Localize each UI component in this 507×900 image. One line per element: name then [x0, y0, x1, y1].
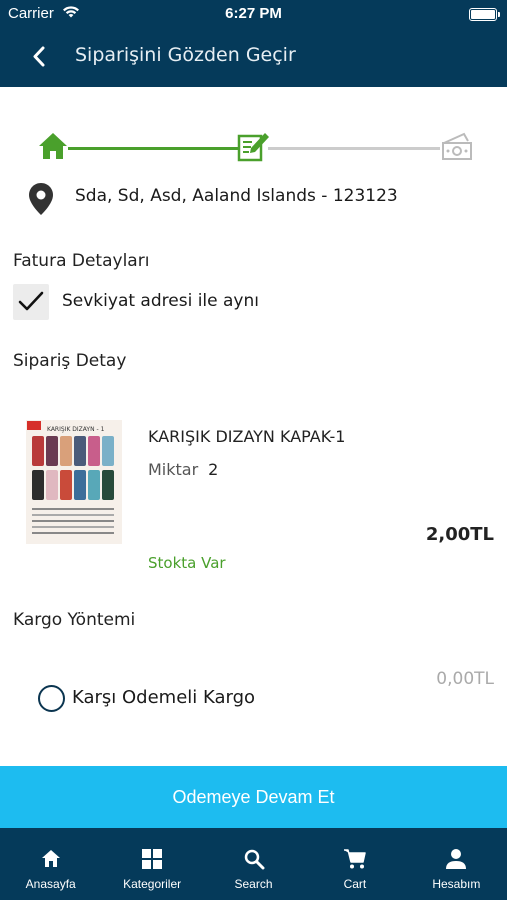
tab-label: Cart — [343, 877, 367, 891]
grid-icon — [142, 849, 163, 869]
shipping-option-radio[interactable] — [38, 685, 65, 712]
shipping-address: Sda, Sd, Asd, Aaland Islands - 123123 — [28, 180, 498, 216]
status-time: 6:27 PM — [225, 5, 282, 22]
order-detail-title: Sipariş Detay — [13, 351, 127, 371]
home-icon — [41, 850, 60, 867]
product-name: KARIŞIK DIZAYN KAPAK-1 — [148, 427, 346, 446]
shipping-option-label[interactable]: Karşı Odemeli Kargo — [72, 687, 255, 708]
cart-icon — [343, 849, 366, 869]
tab-home[interactable]: Anasayfa — [0, 828, 101, 900]
back-button[interactable] — [26, 42, 56, 72]
tab-categories[interactable]: Kategoriler — [101, 828, 202, 900]
page-title: Siparişini Gözden Geçir — [75, 44, 296, 66]
payment-step-icon — [440, 131, 474, 167]
continue-to-payment-button[interactable]: Odemeye Devam Et — [0, 766, 507, 828]
nav-bar: Siparişini Gözden Geçir — [0, 30, 507, 87]
chevron-left-icon — [33, 46, 45, 67]
product-quantity: Miktar 2 — [148, 460, 218, 479]
product-image-caption: KARIŞIK DIZAYN - 1 — [47, 426, 105, 433]
checkmark-icon — [18, 291, 44, 311]
home-step-icon — [37, 130, 69, 166]
stock-status: Stokta Var — [148, 554, 226, 572]
tab-label: Hesabım — [432, 877, 481, 891]
search-icon — [244, 849, 265, 870]
address-text: Sda, Sd, Asd, Aaland Islands - 123123 — [75, 186, 398, 206]
checkout-progress — [0, 118, 507, 178]
progress-line-complete — [68, 147, 240, 150]
tab-bar: Anasayfa Kategoriler Search Cart Hesabım — [0, 828, 507, 900]
shipping-method-title: Kargo Yöntemi — [13, 610, 136, 630]
review-step-icon — [237, 130, 271, 168]
tab-account[interactable]: Hesabım — [406, 828, 507, 900]
battery-icon — [469, 8, 500, 21]
tab-cart[interactable]: Cart — [304, 828, 405, 900]
status-bar: Carrier 6:27 PM — [0, 0, 507, 30]
tab-label: Search — [234, 877, 273, 891]
tab-label: Anasayfa — [25, 877, 76, 891]
same-as-shipping-label: Sevkiyat adresi ile aynı — [62, 291, 259, 311]
product-price: 2,00TL — [425, 524, 494, 545]
same-as-shipping-checkbox[interactable] — [13, 284, 49, 320]
billing-title: Fatura Detayları — [13, 251, 150, 271]
location-pin-icon — [28, 182, 54, 220]
product-image[interactable]: KARIŞIK DIZAYN - 1 — [26, 420, 122, 544]
top-bar: Carrier 6:27 PM Siparişini Gözden Geçir — [0, 0, 507, 87]
quantity-label: Miktar — [148, 460, 199, 479]
person-icon — [446, 849, 467, 869]
shipping-option-price: 0,00TL — [436, 669, 494, 689]
progress-line-pending — [268, 147, 440, 150]
tab-search[interactable]: Search — [203, 828, 304, 900]
quantity-value: 2 — [208, 460, 219, 479]
tab-label: Kategoriler — [123, 877, 182, 891]
